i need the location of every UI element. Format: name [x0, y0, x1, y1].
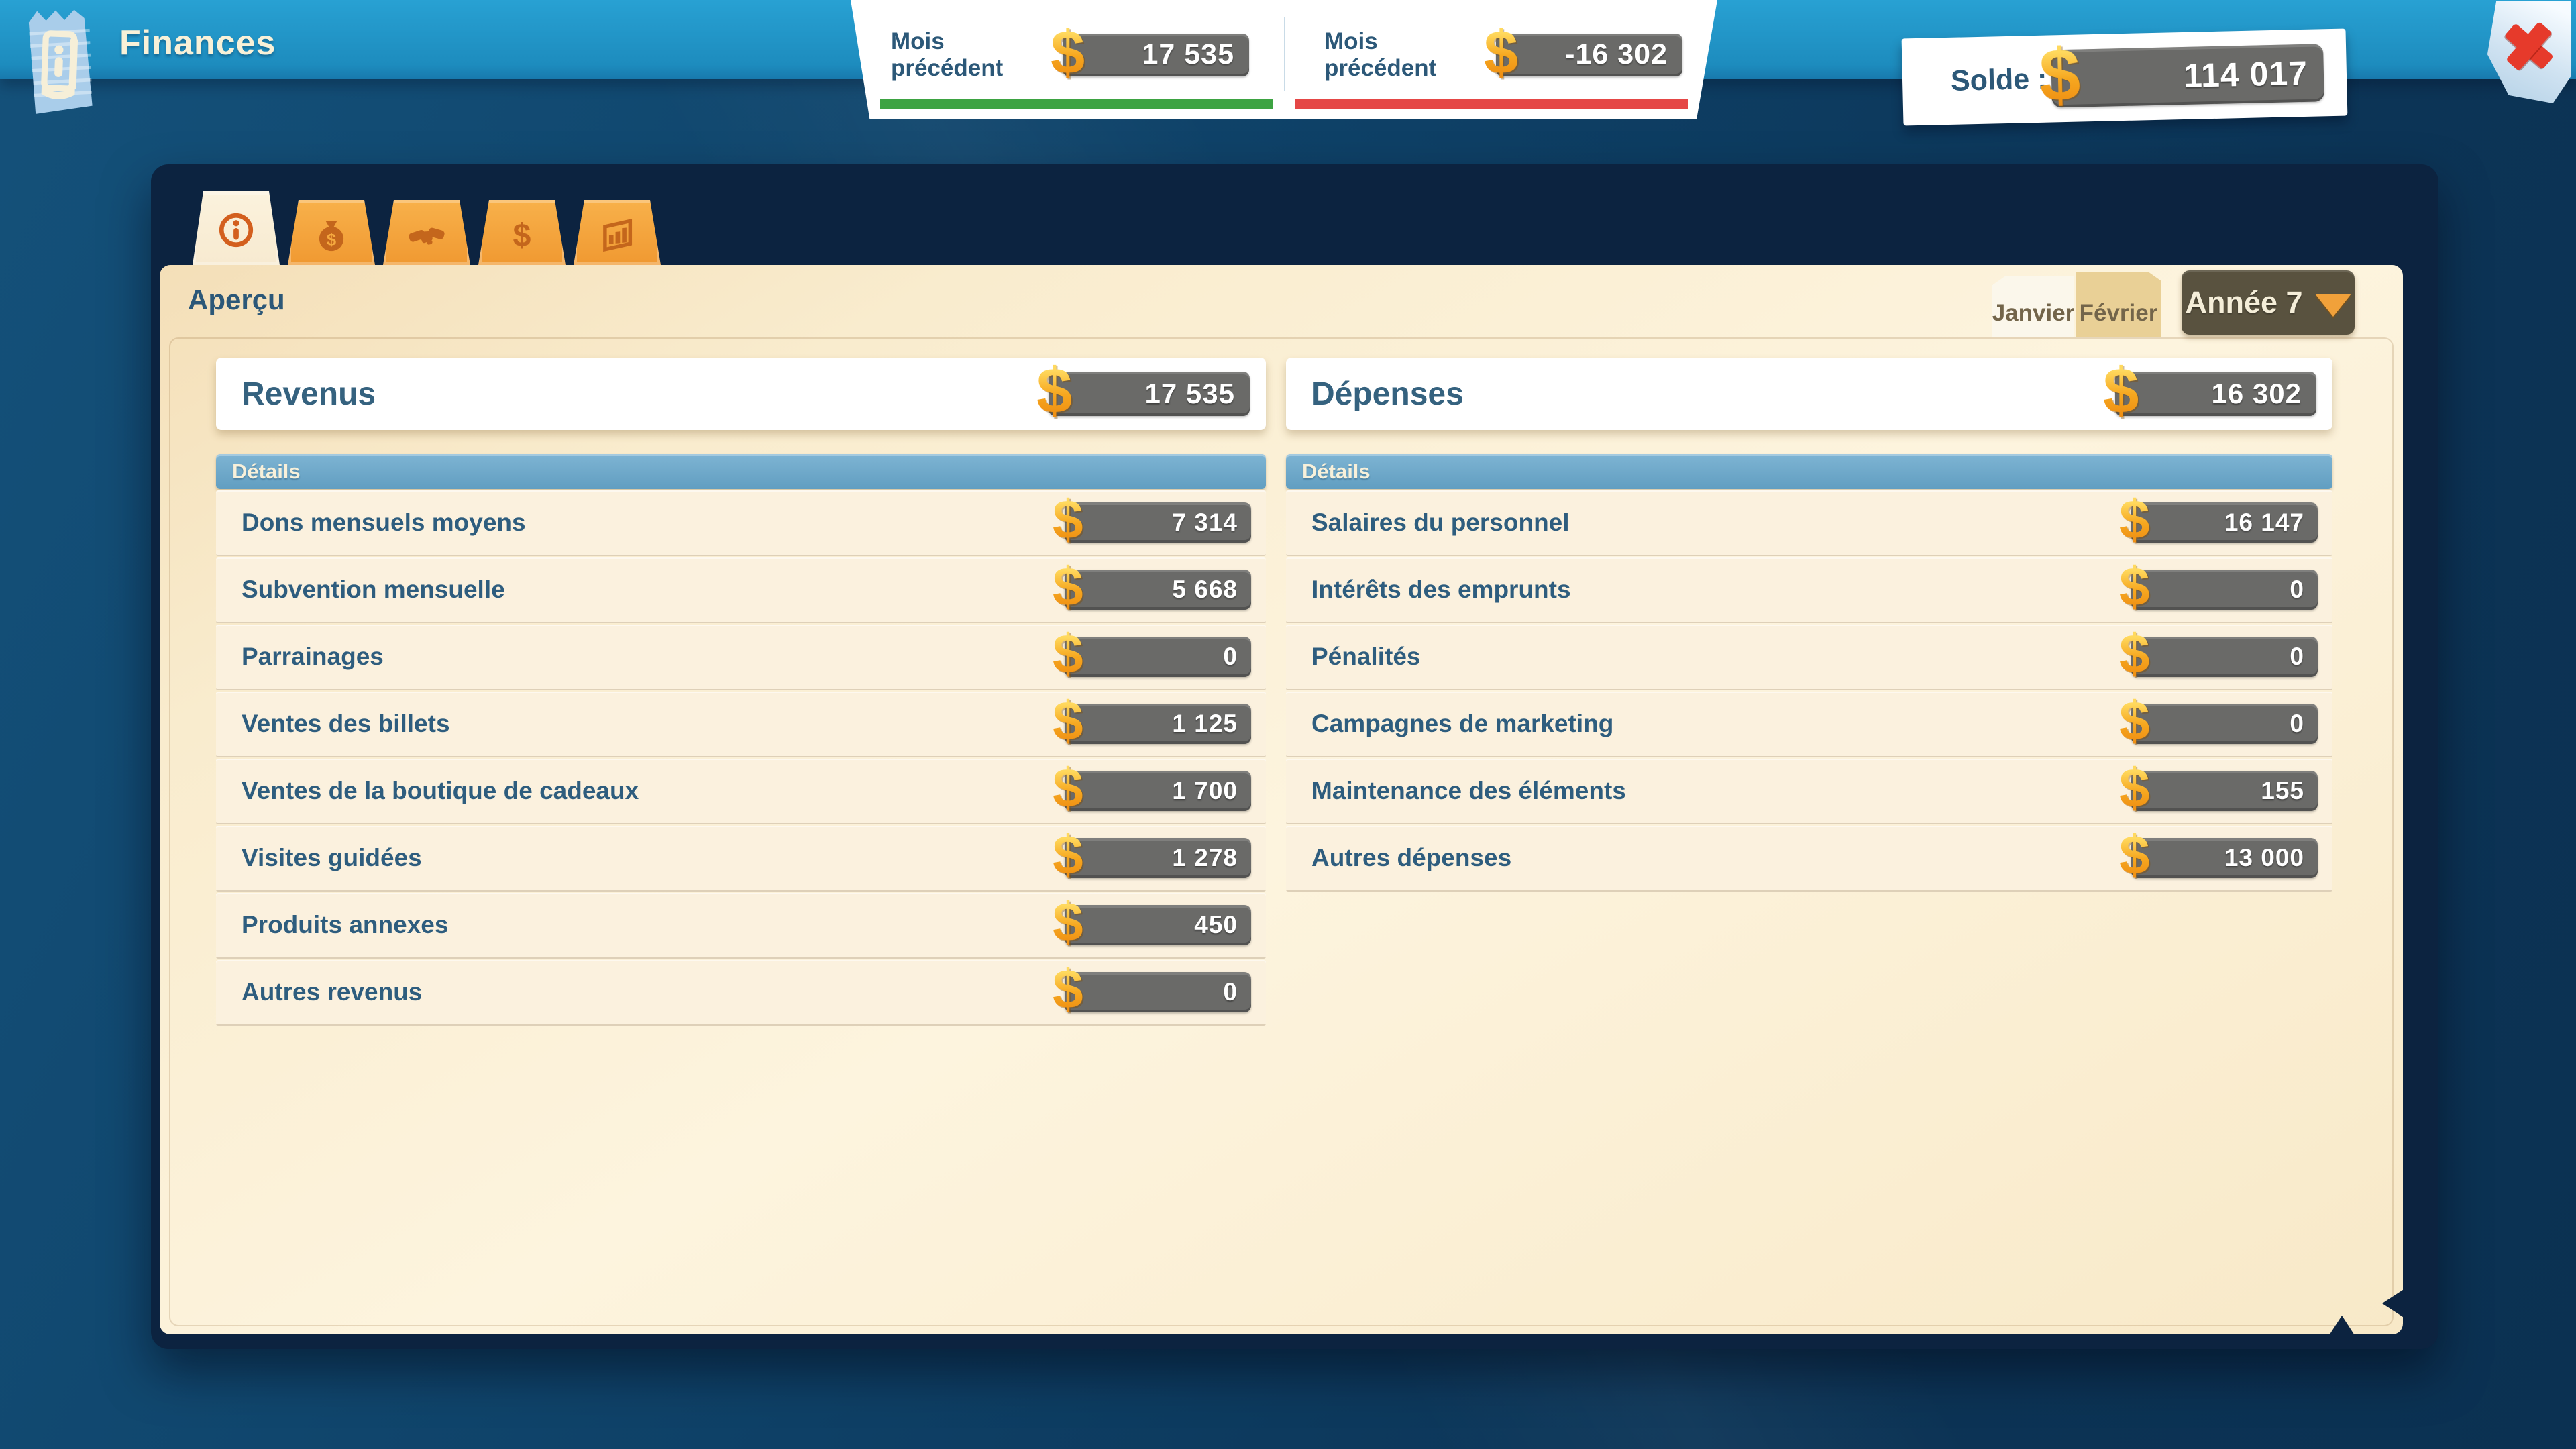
table-row: Salaires du personnel $ 16 147: [1286, 490, 2332, 556]
income-total: $ 17 535: [1049, 372, 1250, 416]
dollar-icon: $: [1051, 21, 1085, 83]
income-title: Revenus: [241, 376, 376, 413]
content-region: Revenus $ 17 535 Détails Dons mensuels m…: [169, 337, 2394, 1326]
tab-charts[interactable]: [574, 200, 661, 265]
expense-summary-card: Dépenses $ 16 302: [1286, 358, 2332, 430]
prev-expense-label: Mois précédent: [1324, 28, 1496, 80]
balance-amount: $ 114 017: [2051, 44, 2324, 107]
prev-month-income: Mois précédent $ 17 535: [851, 0, 1284, 109]
dollar-icon: $: [1053, 694, 1083, 749]
expense-negative-bar: [1295, 99, 1688, 109]
income-details-header: Détails: [216, 454, 1266, 489]
balance-label: Solde :: [1951, 62, 2047, 97]
row-amount: $ 5 668: [1065, 570, 1251, 610]
prev-expense-amount: $ -16 302: [1496, 34, 1682, 76]
dollar-icon: $: [1036, 359, 1072, 423]
dollar-icon: $: [1053, 828, 1083, 883]
panel-title: Aperçu: [188, 284, 285, 316]
tab-pricing[interactable]: $: [478, 200, 566, 265]
dollar-icon: $: [1053, 896, 1083, 951]
tab-bar: $ $: [193, 200, 661, 265]
year-selector[interactable]: Année 7: [2182, 270, 2355, 335]
table-row: Subvention mensuelle $ 5 668: [216, 557, 1266, 623]
table-row: Produits annexes $ 450: [216, 893, 1266, 959]
chevron-down-icon: [2315, 294, 2351, 317]
dollar-icon: $: [2119, 493, 2150, 548]
prev-income-label: Mois précédent: [891, 28, 1063, 80]
close-icon: [2506, 23, 2552, 69]
month-tab-fevrier[interactable]: Février: [2076, 272, 2161, 337]
dollar-icon: $: [2119, 627, 2150, 682]
row-amount: $ 0: [1065, 637, 1251, 677]
expense-total: $ 16 302: [2115, 372, 2316, 416]
table-row: Ventes des billets $ 1 125: [216, 692, 1266, 757]
finances-window: $ $: [151, 164, 2438, 1349]
income-positive-bar: [880, 99, 1273, 109]
row-amount: $ 155: [2131, 771, 2318, 811]
dollar-icon: $: [502, 215, 541, 254]
table-row: Parrainages $ 0: [216, 625, 1266, 690]
dollar-icon: $: [1053, 627, 1083, 682]
overview-panel: Aperçu Janvier Février Année 7 Revenus $…: [160, 265, 2403, 1334]
table-row: Visites guidées $ 1 278: [216, 826, 1266, 892]
row-amount: $ 0: [2131, 637, 2318, 677]
table-row: Intérêts des emprunts $ 0: [1286, 557, 2332, 623]
info-icon: [217, 211, 256, 250]
dollar-icon: $: [2119, 761, 2150, 816]
row-amount: $ 0: [2131, 570, 2318, 610]
tab-income[interactable]: $: [288, 200, 375, 265]
svg-text:$: $: [513, 217, 531, 253]
prev-income-amount: $ 17 535: [1063, 34, 1249, 76]
table-row: Dons mensuels moyens $ 7 314: [216, 490, 1266, 556]
row-amount: $ 450: [1065, 905, 1251, 945]
table-row: Autres revenus $ 0: [216, 960, 1266, 1026]
previous-month-stats: Mois précédent $ 17 535 Mois précédent $…: [851, 0, 1717, 119]
dollar-icon: $: [1484, 21, 1518, 83]
expense-details-header: Détails: [1286, 454, 2332, 489]
close-button[interactable]: [2482, 1, 2571, 103]
bar-chart-icon: [598, 215, 637, 254]
expense-column: Dépenses $ 16 302 Détails Salaires du pe…: [1286, 358, 2332, 892]
dollar-icon: $: [2039, 38, 2082, 113]
balance-panel: Solde : $ 114 017: [1902, 29, 2348, 126]
row-amount: $ 1 700: [1065, 771, 1251, 811]
dollar-icon: $: [2119, 694, 2150, 749]
tab-overview[interactable]: [193, 191, 280, 265]
expense-title: Dépenses: [1311, 376, 1464, 413]
table-row: Pénalités $ 0: [1286, 625, 2332, 690]
tab-deals[interactable]: [383, 200, 470, 265]
dollar-icon: $: [1053, 761, 1083, 816]
divider: [1284, 17, 1285, 91]
finances-ticket-icon: [18, 4, 104, 118]
income-column: Revenus $ 17 535 Détails Dons mensuels m…: [216, 358, 1266, 1026]
income-summary-card: Revenus $ 17 535: [216, 358, 1266, 430]
svg-text:$: $: [327, 230, 336, 249]
row-amount: $ 0: [2131, 704, 2318, 744]
row-amount: $ 1 278: [1065, 838, 1251, 878]
table-row: Maintenance des éléments $ 155: [1286, 759, 2332, 824]
row-amount: $ 0: [1065, 972, 1251, 1012]
dollar-icon: $: [1053, 493, 1083, 548]
handshake-icon: [407, 215, 446, 254]
dollar-icon: $: [2103, 359, 2139, 423]
page-title: Finances: [119, 23, 276, 63]
money-bag-icon: $: [312, 215, 351, 254]
dollar-icon: $: [1053, 963, 1083, 1018]
prev-month-expense: Mois précédent $ -16 302: [1284, 0, 1717, 109]
table-row: Campagnes de marketing $ 0: [1286, 692, 2332, 757]
dollar-icon: $: [2119, 560, 2150, 615]
month-tab-janvier[interactable]: Janvier: [1992, 276, 2074, 337]
table-row: Autres dépenses $ 13 000: [1286, 826, 2332, 892]
dollar-icon: $: [2119, 828, 2150, 883]
row-amount: $ 16 147: [2131, 502, 2318, 543]
row-amount: $ 7 314: [1065, 502, 1251, 543]
dollar-icon: $: [1053, 560, 1083, 615]
table-row: Ventes de la boutique de cadeaux $ 1 700: [216, 759, 1266, 824]
row-amount: $ 1 125: [1065, 704, 1251, 744]
row-amount: $ 13 000: [2131, 838, 2318, 878]
